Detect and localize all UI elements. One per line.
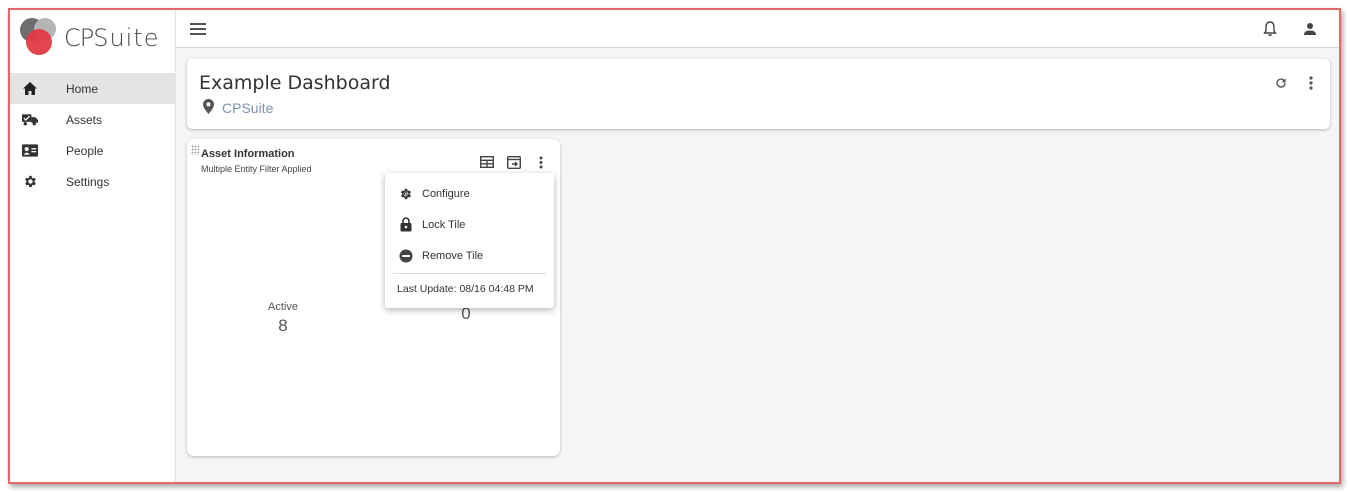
- app-logo[interactable]: CPSuite: [20, 16, 160, 60]
- sidebar-item-assets[interactable]: Assets: [10, 104, 175, 135]
- bell-icon[interactable]: [1261, 20, 1279, 38]
- location-label: CPSuite: [222, 100, 274, 116]
- sidebar-item-label: People: [66, 143, 104, 158]
- menu-item-label: Remove Tile: [422, 249, 484, 262]
- stat-active: Active 8: [243, 301, 323, 336]
- menu-item-remove-tile[interactable]: Remove Tile: [385, 240, 554, 271]
- tile-options-menu: Configure Lock Tile Remove Tile Last Upd…: [385, 173, 554, 308]
- tile-subtitle: Multiple Entity Filter Applied: [201, 164, 312, 174]
- refresh-icon[interactable]: [1272, 74, 1290, 92]
- sidebar-nav: Home Assets People Settings: [10, 73, 175, 197]
- menu-item-label: Configure: [422, 187, 470, 200]
- drag-handle-icon[interactable]: [191, 145, 199, 155]
- sidebar-item-label: Home: [66, 81, 99, 96]
- minus-circle-icon: [399, 249, 413, 263]
- lock-icon: [399, 217, 413, 232]
- sidebar-item-home[interactable]: Home: [10, 73, 175, 104]
- export-icon[interactable]: [505, 153, 523, 171]
- stat-label: Active: [268, 301, 298, 313]
- menu-item-label: Lock Tile: [422, 218, 466, 231]
- more-vert-icon[interactable]: [532, 153, 550, 171]
- sidebar-item-label: Assets: [66, 112, 103, 127]
- dashboard-location[interactable]: CPSuite: [203, 99, 273, 117]
- menu-item-lock-tile[interactable]: Lock Tile: [385, 209, 554, 240]
- map-pin-icon: [203, 99, 214, 117]
- user-icon[interactable]: [1301, 20, 1319, 38]
- sidebar-item-settings[interactable]: Settings: [10, 166, 175, 197]
- id-card-icon: [22, 143, 38, 159]
- hamburger-icon[interactable]: [190, 23, 206, 35]
- logo-mark: [20, 18, 58, 58]
- sidebar: CPSuite Home Assets People Settings: [10, 10, 176, 482]
- more-vert-icon[interactable]: [1302, 74, 1320, 92]
- sidebar-item-label: Settings: [66, 174, 110, 189]
- app-window: CPSuite Home Assets People Settings Exam…: [8, 8, 1341, 484]
- page-title: Example Dashboard: [199, 72, 391, 94]
- top-bar: [176, 10, 1339, 48]
- stat-value: 8: [278, 316, 288, 335]
- table-icon[interactable]: [478, 153, 496, 171]
- sidebar-item-people[interactable]: People: [10, 135, 175, 166]
- last-update-text: Last Update: 08/16 04:48 PM: [397, 283, 534, 295]
- home-icon: [22, 81, 38, 97]
- logo-text: CPSuite: [64, 24, 160, 52]
- gear-search-icon: [399, 187, 413, 201]
- tile-title: Asset Information: [201, 148, 295, 160]
- truck-check-icon: [22, 112, 38, 128]
- dashboard-header-card: Example Dashboard CPSuite: [187, 59, 1330, 129]
- menu-item-configure[interactable]: Configure: [385, 178, 554, 209]
- gear-icon: [22, 174, 38, 190]
